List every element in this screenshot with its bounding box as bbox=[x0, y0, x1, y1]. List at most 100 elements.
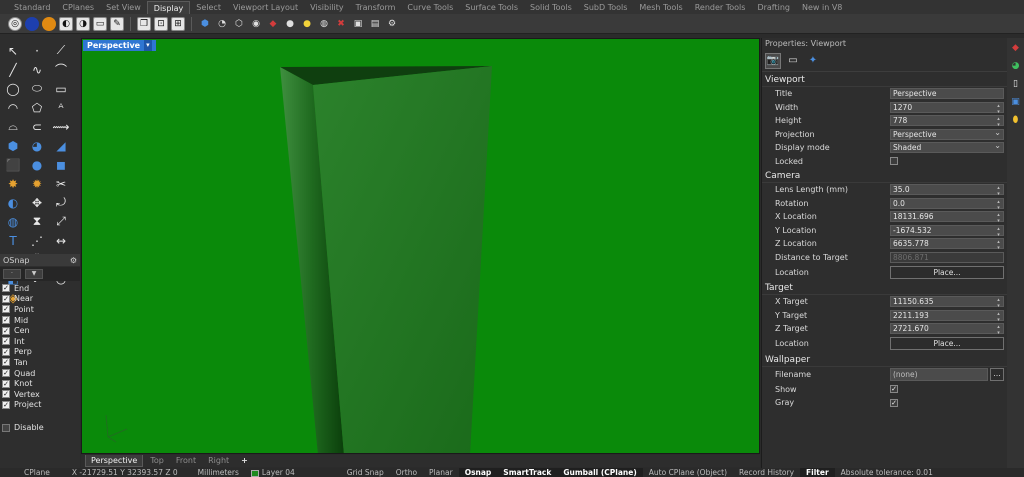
osnap-toggle[interactable]: Osnap bbox=[458, 468, 498, 477]
height-field[interactable]: 778 bbox=[890, 115, 1004, 128]
fillet-curve-icon[interactable]: ⌓ bbox=[3, 118, 23, 135]
boolean-union-icon[interactable]: ◐ bbox=[3, 194, 23, 211]
monochrome-icon[interactable]: ⊞ bbox=[171, 16, 185, 31]
vp-tab-top[interactable]: Top bbox=[145, 455, 169, 467]
tab-standard[interactable]: Standard bbox=[8, 1, 56, 14]
checkbox[interactable]: ✓ bbox=[2, 400, 10, 409]
osnap-point[interactable]: ✓ Point bbox=[2, 304, 78, 315]
display-options-icon[interactable]: ⚙ bbox=[385, 17, 399, 31]
surface-corner-icon[interactable]: ⬢ bbox=[3, 137, 23, 154]
pen-mode-icon[interactable]: ✎ bbox=[110, 16, 124, 31]
xray-icon[interactable]: ◑ bbox=[76, 16, 90, 31]
osnap-point-filter-icon[interactable]: · bbox=[3, 269, 21, 279]
zebra-icon[interactable]: ✖ bbox=[334, 17, 348, 31]
tab-solid-tools[interactable]: Solid Tools bbox=[524, 1, 578, 14]
technical-icon[interactable]: ▭ bbox=[93, 16, 107, 31]
x-location-field[interactable]: 18131.696 bbox=[890, 211, 1004, 224]
z-target-field[interactable]: 2721.670 bbox=[890, 323, 1004, 336]
join-icon[interactable]: ✹ bbox=[27, 175, 47, 192]
osnap-vertex[interactable]: ✓ Vertex bbox=[2, 389, 78, 400]
show-checkbox[interactable]: ✓ bbox=[890, 385, 898, 394]
x-target-field[interactable]: 11150.635 bbox=[890, 296, 1004, 309]
vp-tab-right[interactable]: Right bbox=[203, 455, 234, 467]
text-object-icon[interactable]: ᴬ bbox=[51, 99, 71, 116]
ortho-toggle[interactable]: Ortho bbox=[390, 468, 423, 477]
camera-icon[interactable]: 📷 bbox=[765, 52, 781, 69]
rendered-sphere-icon[interactable] bbox=[42, 16, 56, 31]
mirror-icon[interactable]: ⧗ bbox=[27, 213, 47, 230]
browse-button[interactable]: ... bbox=[990, 368, 1004, 381]
tab-display[interactable]: Display bbox=[146, 1, 191, 14]
title-field[interactable]: Perspective bbox=[890, 88, 1004, 100]
gray-checkbox[interactable]: ✓ bbox=[890, 398, 898, 407]
mesh-icon[interactable]: ◍ bbox=[3, 213, 23, 230]
checkbox[interactable]: ✓ bbox=[2, 358, 10, 367]
perspective-viewport[interactable]: Perspective ▾ bbox=[81, 38, 760, 454]
checkbox[interactable]: ✓ bbox=[2, 326, 10, 335]
shaded-sphere-icon[interactable] bbox=[25, 16, 39, 31]
viewport-frame-icon[interactable]: ▭ bbox=[785, 53, 801, 69]
osnap-cen[interactable]: ✓ Cen bbox=[2, 325, 78, 336]
osnap-tan[interactable]: ✓ Tan bbox=[2, 357, 78, 368]
print-display-icon[interactable]: ▤ bbox=[368, 17, 382, 31]
polyline-icon[interactable]: ⟋ bbox=[51, 42, 71, 59]
planar-toggle[interactable]: Planar bbox=[423, 468, 459, 477]
checkbox[interactable]: ✓ bbox=[2, 305, 10, 314]
place-camera-button[interactable]: Place... bbox=[890, 265, 1004, 279]
edge-icon[interactable]: ⬡ bbox=[232, 17, 246, 31]
scale-icon[interactable]: ⤢ bbox=[51, 213, 71, 230]
checkbox[interactable]: ✓ bbox=[2, 390, 10, 399]
lens-length-field[interactable]: 35.0 bbox=[890, 184, 1004, 197]
viewport-canvas[interactable] bbox=[82, 39, 760, 454]
osnap-gear-icon[interactable]: ⚙ bbox=[70, 256, 77, 265]
projection-select[interactable]: Perspective bbox=[890, 128, 1004, 140]
units-label[interactable]: Millimeters bbox=[192, 468, 245, 477]
rotation-field[interactable]: 0.0 bbox=[890, 197, 1004, 211]
checkbox[interactable]: ✓ bbox=[2, 294, 10, 303]
osnap-disable[interactable]: ✓ Disable bbox=[2, 423, 44, 432]
light-bulb-icon[interactable]: ✦ bbox=[805, 53, 821, 69]
circle-icon[interactable]: ◯ bbox=[3, 80, 23, 97]
tab-subd-tools[interactable]: SubD Tools bbox=[578, 1, 634, 14]
osnap-quad[interactable]: ✓ Quad bbox=[2, 368, 78, 379]
tab-drafting[interactable]: Drafting bbox=[751, 1, 796, 14]
place-target-button[interactable]: Place... bbox=[890, 337, 1004, 350]
checkbox[interactable]: ✓ bbox=[2, 316, 10, 325]
rotate-icon[interactable]: ⤾ bbox=[51, 194, 71, 211]
arc-icon[interactable]: ◠ bbox=[3, 99, 23, 116]
line-icon[interactable]: ╱ bbox=[3, 61, 23, 78]
sweep-icon[interactable]: ◢ bbox=[51, 137, 71, 154]
curvature-icon[interactable]: ● bbox=[283, 17, 297, 31]
vp-tab-front[interactable]: Front bbox=[171, 455, 201, 467]
wireframe-globe-icon[interactable]: ◎ bbox=[8, 16, 22, 31]
viewport-title-tab[interactable]: Perspective ▾ bbox=[83, 40, 156, 51]
ghosted-icon[interactable]: ◐ bbox=[59, 16, 73, 31]
osnap-int[interactable]: ✓ Int bbox=[2, 336, 78, 347]
tab-viewport-layout[interactable]: Viewport Layout bbox=[227, 1, 304, 14]
box-icon[interactable]: ⬛ bbox=[3, 156, 23, 173]
explode-icon[interactable]: ✸ bbox=[3, 175, 23, 192]
gumball-toggle[interactable]: Gumball (CPlane) bbox=[557, 468, 643, 477]
layers-panel-icon[interactable]: ◕ bbox=[1010, 60, 1022, 72]
checkbox[interactable]: ✓ bbox=[2, 337, 10, 346]
rectangle-icon[interactable]: ▭ bbox=[51, 80, 71, 97]
environment-icon[interactable]: ◍ bbox=[317, 17, 331, 31]
checkbox[interactable]: ✓ bbox=[2, 369, 10, 378]
cylinder-icon[interactable]: ◼ bbox=[51, 156, 71, 173]
osnap-mid[interactable]: ✓ Mid bbox=[2, 315, 78, 326]
tab-transform[interactable]: Transform bbox=[350, 1, 402, 14]
display-panel-icon[interactable]: ▣ bbox=[1010, 96, 1022, 108]
tab-curve-tools[interactable]: Curve Tools bbox=[401, 1, 459, 14]
polygon-icon[interactable]: ⬠ bbox=[27, 99, 47, 116]
osnap-filter-icon[interactable]: ▼ bbox=[25, 269, 43, 279]
cplane-label[interactable]: CPlane bbox=[18, 468, 56, 477]
dimension-icon[interactable]: ↔ bbox=[51, 232, 71, 249]
surface-edge-icon[interactable]: ◕ bbox=[27, 137, 47, 154]
vp-tab-perspective[interactable]: Perspective bbox=[85, 455, 144, 467]
select-arrow-icon[interactable]: ↖ bbox=[3, 42, 23, 59]
add-viewport-button[interactable]: + bbox=[236, 455, 253, 467]
y-location-field[interactable]: -1674.532 bbox=[890, 224, 1004, 238]
record-history-toggle[interactable]: Record History bbox=[733, 468, 800, 477]
move-icon[interactable]: ✥ bbox=[27, 194, 47, 211]
current-layer[interactable]: Layer 04 bbox=[245, 468, 301, 477]
